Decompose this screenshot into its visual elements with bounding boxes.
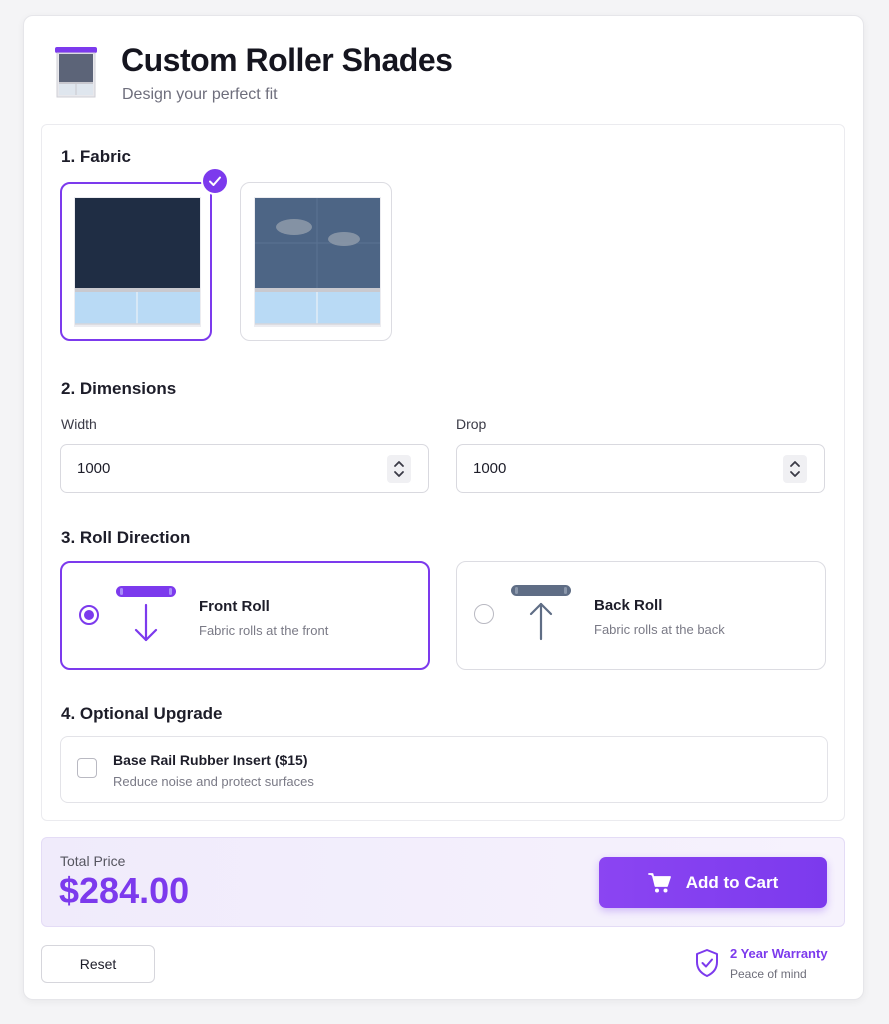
warranty-subtitle: Peace of mind xyxy=(730,967,807,981)
width-value: 1000 xyxy=(77,460,111,477)
drop-input[interactable]: 1000 xyxy=(456,444,825,493)
configuration-panel: 1. Fabric 2. Dimensions Width 1000 Drop … xyxy=(41,124,845,821)
page-title: Custom Roller Shades xyxy=(121,42,453,78)
warranty-title: 2 Year Warranty xyxy=(730,946,828,961)
price-bar: Total Price $284.00 Add to Cart xyxy=(41,837,845,927)
fabric-option-dark[interactable] xyxy=(60,167,229,341)
configurator-card: Custom Roller Shades Design your perfect… xyxy=(23,15,864,1000)
drop-label: Drop xyxy=(456,416,487,432)
back-roll-radio[interactable] xyxy=(474,604,494,624)
roll-up-arrow-icon xyxy=(511,585,571,641)
upgrade-option[interactable]: Base Rail Rubber Insert ($15) Reduce noi… xyxy=(60,736,828,803)
drop-value: 1000 xyxy=(473,460,507,477)
cart-icon xyxy=(647,872,671,892)
fabric-section-title: 1. Fabric xyxy=(61,147,131,166)
roller-shade-icon xyxy=(55,47,97,98)
width-input[interactable]: 1000 xyxy=(60,444,429,493)
roll-direction-section-title: 3. Roll Direction xyxy=(61,528,191,547)
reset-button[interactable]: Reset xyxy=(41,945,155,983)
fabric-option-light[interactable] xyxy=(240,182,392,341)
back-roll-name: Back Roll xyxy=(594,597,663,614)
back-roll-option[interactable]: Back Roll Fabric rolls at the back xyxy=(456,561,826,670)
upgrade-name: Base Rail Rubber Insert ($15) xyxy=(113,752,308,768)
upgrade-checkbox[interactable] xyxy=(77,758,97,778)
front-roll-option[interactable]: Front Roll Fabric rolls at the front xyxy=(60,561,430,670)
back-roll-description: Fabric rolls at the back xyxy=(594,622,725,637)
upgrade-section-title: 4. Optional Upgrade xyxy=(61,704,223,723)
front-roll-name: Front Roll xyxy=(199,598,270,615)
page-subtitle: Design your perfect fit xyxy=(122,86,278,103)
front-roll-description: Fabric rolls at the front xyxy=(199,623,329,638)
fabric-preview-dark xyxy=(74,197,201,327)
total-price-value: $284.00 xyxy=(59,870,190,911)
width-stepper-icon[interactable] xyxy=(387,455,411,483)
selected-check-icon xyxy=(201,167,229,195)
add-to-cart-label: Add to Cart xyxy=(685,872,779,892)
total-price-label: Total Price xyxy=(60,853,126,869)
width-label: Width xyxy=(61,416,97,432)
warranty-badge: 2 Year Warranty Peace of mind xyxy=(694,944,834,984)
shield-check-icon xyxy=(696,949,718,977)
drop-stepper-icon[interactable] xyxy=(783,455,807,483)
front-roll-radio[interactable] xyxy=(79,605,99,625)
roll-down-arrow-icon xyxy=(116,586,176,642)
upgrade-description: Reduce noise and protect surfaces xyxy=(113,774,314,789)
fabric-preview-light xyxy=(254,197,381,327)
add-to-cart-button[interactable]: Add to Cart xyxy=(599,857,827,908)
dimensions-section-title: 2. Dimensions xyxy=(61,379,177,398)
